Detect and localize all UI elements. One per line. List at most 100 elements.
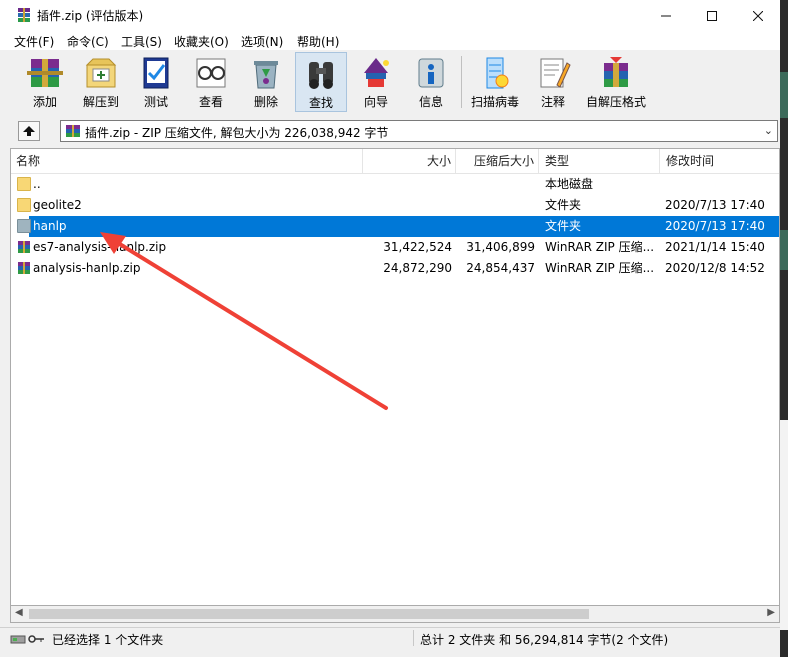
menu-tools[interactable]: 工具(S) <box>121 33 162 50</box>
table-row[interactable]: .. 本地磁盘 <box>11 174 779 195</box>
row-modified: 2020/7/13 17:40 <box>665 198 765 212</box>
row-name: es7-analysis-hanlp.zip <box>33 240 167 254</box>
row-name: geolite2 <box>33 198 82 212</box>
comment-button[interactable]: 注释 <box>529 52 577 112</box>
row-type: 本地磁盘 <box>545 177 594 191</box>
extract-to-icon <box>85 58 117 88</box>
winrar-app-icon <box>18 8 30 22</box>
find-label: 查找 <box>308 96 333 110</box>
winrar-zip-icon <box>18 241 30 253</box>
row-type: 文件夹 <box>545 198 582 212</box>
scrollbar-thumb[interactable] <box>29 609 589 619</box>
window-title: 插件.zip (评估版本) <box>37 9 144 23</box>
test-button[interactable]: 测试 <box>132 52 180 112</box>
scan-virus-icon <box>486 57 509 89</box>
table-row[interactable]: geolite2 文件夹 2020/7/13 17:40 <box>11 195 779 216</box>
path-bar: 插件.zip - ZIP 压缩文件, 解包大小为 226,038,942 字节 … <box>0 116 780 146</box>
comment-label: 注释 <box>540 95 565 109</box>
menu-command[interactable]: 命令(C) <box>67 33 109 50</box>
menu-options[interactable]: 选项(N) <box>241 33 283 50</box>
background-window <box>780 0 788 656</box>
scroll-right-icon[interactable]: ▶ <box>767 607 775 618</box>
background-block <box>780 420 788 630</box>
scan-virus-label: 扫描病毒 <box>471 95 520 109</box>
folder-icon <box>17 198 31 212</box>
background-block <box>780 72 788 118</box>
row-type: WinRAR ZIP 压缩... <box>545 261 655 275</box>
delete-label: 删除 <box>253 95 278 109</box>
toolbar-separator <box>461 56 462 108</box>
row-name: hanlp <box>33 219 67 233</box>
add-label: 添加 <box>32 95 57 109</box>
status-bar: 已经选择 1 个文件夹 总计 2 文件夹 和 56,294,814 字节(2 个… <box>0 627 780 657</box>
table-row[interactable]: es7-analysis-hanlp.zip 31,422,524 31,406… <box>11 237 779 258</box>
extract-to-label: 解压到 <box>82 95 119 109</box>
folder-icon <box>17 177 31 191</box>
info-button[interactable]: 信息 <box>407 52 455 112</box>
background-block <box>780 230 788 270</box>
row-modified: 2020/7/13 17:40 <box>665 219 765 233</box>
info-label: 信息 <box>418 95 443 109</box>
table-row[interactable]: analysis-hanlp.zip 24,872,290 24,854,437… <box>11 258 779 279</box>
extract-to-button[interactable]: 解压到 <box>77 52 125 112</box>
row-type: 文件夹 <box>545 219 582 233</box>
row-name: .. <box>33 177 41 191</box>
status-selection: 已经选择 1 个文件夹 <box>52 633 164 647</box>
sfx-button[interactable]: 自解压格式 <box>585 52 647 112</box>
up-folder-button[interactable] <box>18 121 40 141</box>
minimize-icon <box>661 15 671 16</box>
menu-bar: 文件(F) 命令(C) 工具(S) 收藏夹(O) 选项(N) 帮助(H) <box>0 31 780 50</box>
delete-button[interactable]: 删除 <box>242 52 290 112</box>
find-icon <box>309 62 333 89</box>
winrar-zip-icon <box>18 262 30 274</box>
status-separator <box>413 630 414 646</box>
menu-file[interactable]: 文件(F) <box>14 33 54 50</box>
row-modified: 2021/1/14 15:40 <box>665 240 765 254</box>
menu-help[interactable]: 帮助(H) <box>297 33 339 50</box>
view-icon <box>196 58 226 88</box>
scroll-left-icon[interactable]: ◀ <box>15 607 23 618</box>
test-label: 测试 <box>143 95 168 109</box>
column-name[interactable]: 名称 <box>11 149 363 173</box>
maximize-icon <box>707 10 717 21</box>
list-header: 名称 大小 压缩后大小 类型 修改时间 <box>11 149 779 174</box>
row-packed: 24,854,437 <box>466 261 535 275</box>
view-label: 查看 <box>198 95 223 109</box>
info-icon <box>418 58 444 88</box>
minimize-button[interactable] <box>643 0 689 31</box>
sfx-icon <box>604 57 628 87</box>
file-list[interactable]: 名称 大小 压缩后大小 类型 修改时间 .. 本地磁盘 geolite2 文件夹… <box>10 148 780 606</box>
wizard-button[interactable]: 向导 <box>352 52 400 112</box>
row-size: 24,872,290 <box>383 261 452 275</box>
horizontal-scrollbar[interactable]: ◀ ▶ <box>10 606 780 623</box>
add-button[interactable]: 添加 <box>21 52 69 112</box>
comment-icon <box>540 58 571 88</box>
table-row-selected[interactable]: hanlp 文件夹 2020/7/13 17:40 <box>11 216 779 237</box>
path-combobox[interactable]: 插件.zip - ZIP 压缩文件, 解包大小为 226,038,942 字节 … <box>60 120 778 142</box>
drive-key-icon <box>10 635 44 644</box>
column-type[interactable]: 类型 <box>539 149 660 173</box>
close-icon <box>753 10 763 21</box>
find-button[interactable]: 查找 <box>295 52 347 112</box>
winrar-window: 插件.zip (评估版本) 文件(F) 命令(C) 工具(S) 收藏夹(O) 选… <box>0 0 781 657</box>
row-size: 31,422,524 <box>383 240 452 254</box>
close-button[interactable] <box>735 0 781 31</box>
zip-archive-icon <box>66 125 80 137</box>
column-modified[interactable]: 修改时间 <box>660 149 779 173</box>
maximize-button[interactable] <box>689 0 735 31</box>
sfx-label: 自解压格式 <box>585 95 646 109</box>
view-button[interactable]: 查看 <box>187 52 235 112</box>
column-packed[interactable]: 压缩后大小 <box>456 149 539 173</box>
wizard-label: 向导 <box>363 95 388 109</box>
row-name: analysis-hanlp.zip <box>33 261 141 275</box>
test-icon <box>143 57 169 89</box>
add-archive-icon <box>27 59 63 87</box>
up-arrow-icon <box>23 126 35 136</box>
row-type: WinRAR ZIP 压缩... <box>545 240 655 254</box>
delete-icon <box>254 61 278 89</box>
scan-virus-button[interactable]: 扫描病毒 <box>471 52 519 112</box>
menu-favorites[interactable]: 收藏夹(O) <box>174 33 229 50</box>
column-size[interactable]: 大小 <box>363 149 456 173</box>
row-modified: 2020/12/8 14:52 <box>665 261 765 275</box>
chevron-down-icon[interactable]: ⌄ <box>764 124 773 137</box>
